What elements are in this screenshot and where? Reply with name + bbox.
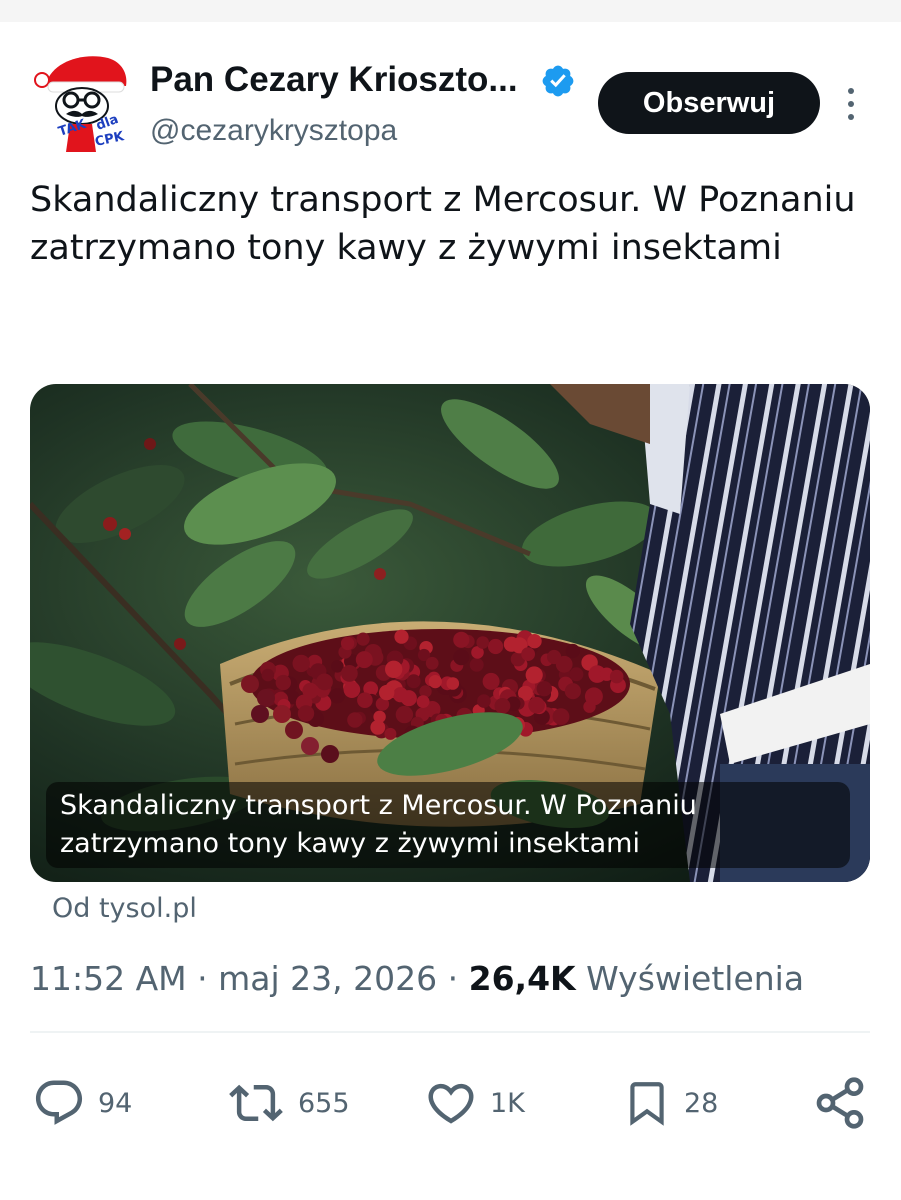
card-source-link[interactable]: Od tysol.pl <box>52 891 197 927</box>
avatar-image: TAK dla CPK <box>34 56 127 152</box>
separator: · <box>197 959 208 998</box>
like-button[interactable]: 1K <box>424 1076 525 1130</box>
bookmark-button[interactable]: 28 <box>622 1076 718 1130</box>
share-button[interactable] <box>812 1076 868 1130</box>
dot <box>848 88 854 94</box>
verified-badge-icon <box>540 63 576 99</box>
coffee-cherry <box>494 698 511 714</box>
views-count: 26,4K <box>468 959 576 998</box>
coffee-cherry <box>565 643 580 659</box>
avatar[interactable]: TAK dla CPK <box>30 50 134 154</box>
coffee-cherry <box>297 705 315 722</box>
share-icon <box>816 1077 864 1129</box>
tweet-time[interactable]: 11:52 AM <box>30 959 187 998</box>
coffee-cherry <box>547 649 562 665</box>
link-card[interactable]: Skandaliczny transport z Mercosur. W Poz… <box>30 384 870 882</box>
heart-icon <box>428 1083 474 1124</box>
top-strip <box>0 0 901 22</box>
coffee-cherry <box>384 727 397 740</box>
bookmark-count: 28 <box>684 1087 719 1119</box>
coffee-cherry <box>302 682 319 699</box>
coffee-cherry <box>416 695 430 708</box>
coffee-cherry <box>482 672 500 690</box>
coffee-cherry <box>477 694 491 708</box>
coffee-cherry <box>355 651 373 669</box>
repost-button[interactable]: 655 <box>226 1076 350 1130</box>
coffee-cherry <box>357 692 373 708</box>
coffee-cherry <box>584 687 603 706</box>
coffee-cherry <box>564 683 582 700</box>
reply-icon <box>35 1080 83 1125</box>
coffee-cherry <box>527 634 542 649</box>
coffee-cherry <box>453 631 470 648</box>
coffee-cherry <box>469 657 484 672</box>
coffee-cherry <box>385 660 403 678</box>
coffee-cherry <box>525 666 543 684</box>
divider <box>30 1031 870 1033</box>
like-count: 1K <box>490 1087 525 1119</box>
user-handle[interactable]: @cezarykrysztopa <box>150 111 397 151</box>
bookmark-icon <box>630 1082 664 1126</box>
coffee-cherry <box>521 647 535 661</box>
coffee-cherry <box>552 708 570 725</box>
coffee-cherry <box>428 675 442 689</box>
coffee-cherry <box>379 684 395 701</box>
display-name[interactable]: Pan Cezary Krioszto... <box>150 58 518 102</box>
more-options-icon[interactable] <box>836 84 866 124</box>
coffee-cherry <box>569 667 584 682</box>
coffee-cherry <box>275 674 291 691</box>
coffee-cherry <box>394 629 409 644</box>
dot <box>848 114 854 120</box>
tweet-date[interactable]: maj 23, 2026 <box>218 959 437 998</box>
coffee-cherry <box>609 669 624 684</box>
reply-count: 94 <box>98 1087 133 1119</box>
coffee-cherry <box>340 636 355 651</box>
coffee-cherry <box>316 673 333 691</box>
card-caption: Skandaliczny transport z Mercosur. W Poz… <box>46 782 850 868</box>
views-label: Wyświetlenia <box>586 959 805 998</box>
separator: · <box>447 959 459 998</box>
tweet-text: Skandaliczny transport z Mercosur. W Poz… <box>30 180 856 268</box>
coffee-cherry <box>341 665 358 682</box>
coffee-cherry <box>446 677 460 690</box>
reply-button[interactable]: 94 <box>32 1076 132 1130</box>
coffee-cherry <box>425 656 439 670</box>
coffee-cherry <box>395 705 414 724</box>
coffee-cherry <box>528 696 545 714</box>
coffee-cherry <box>347 712 363 728</box>
coffee-cherry <box>476 636 490 649</box>
coffee-cherry <box>400 690 417 707</box>
coffee-cherry <box>373 710 386 723</box>
coffee-cherry <box>536 681 552 697</box>
coffee-cherry <box>292 654 310 673</box>
coffee-cherry <box>261 668 275 682</box>
repost-icon <box>229 1084 283 1122</box>
coffee-cherry <box>343 681 361 698</box>
repost-count: 655 <box>298 1087 350 1119</box>
dot <box>848 101 854 107</box>
coffee-cherry <box>329 688 345 704</box>
coffee-cherry <box>453 649 470 666</box>
coffee-cherry <box>356 632 370 646</box>
follow-button[interactable]: Obserwuj <box>598 72 820 134</box>
tweet-meta: 11:52 AM · maj 23, 2026 · 26,4K Wyświetl… <box>30 956 804 1002</box>
coffee-cherry <box>488 638 504 655</box>
